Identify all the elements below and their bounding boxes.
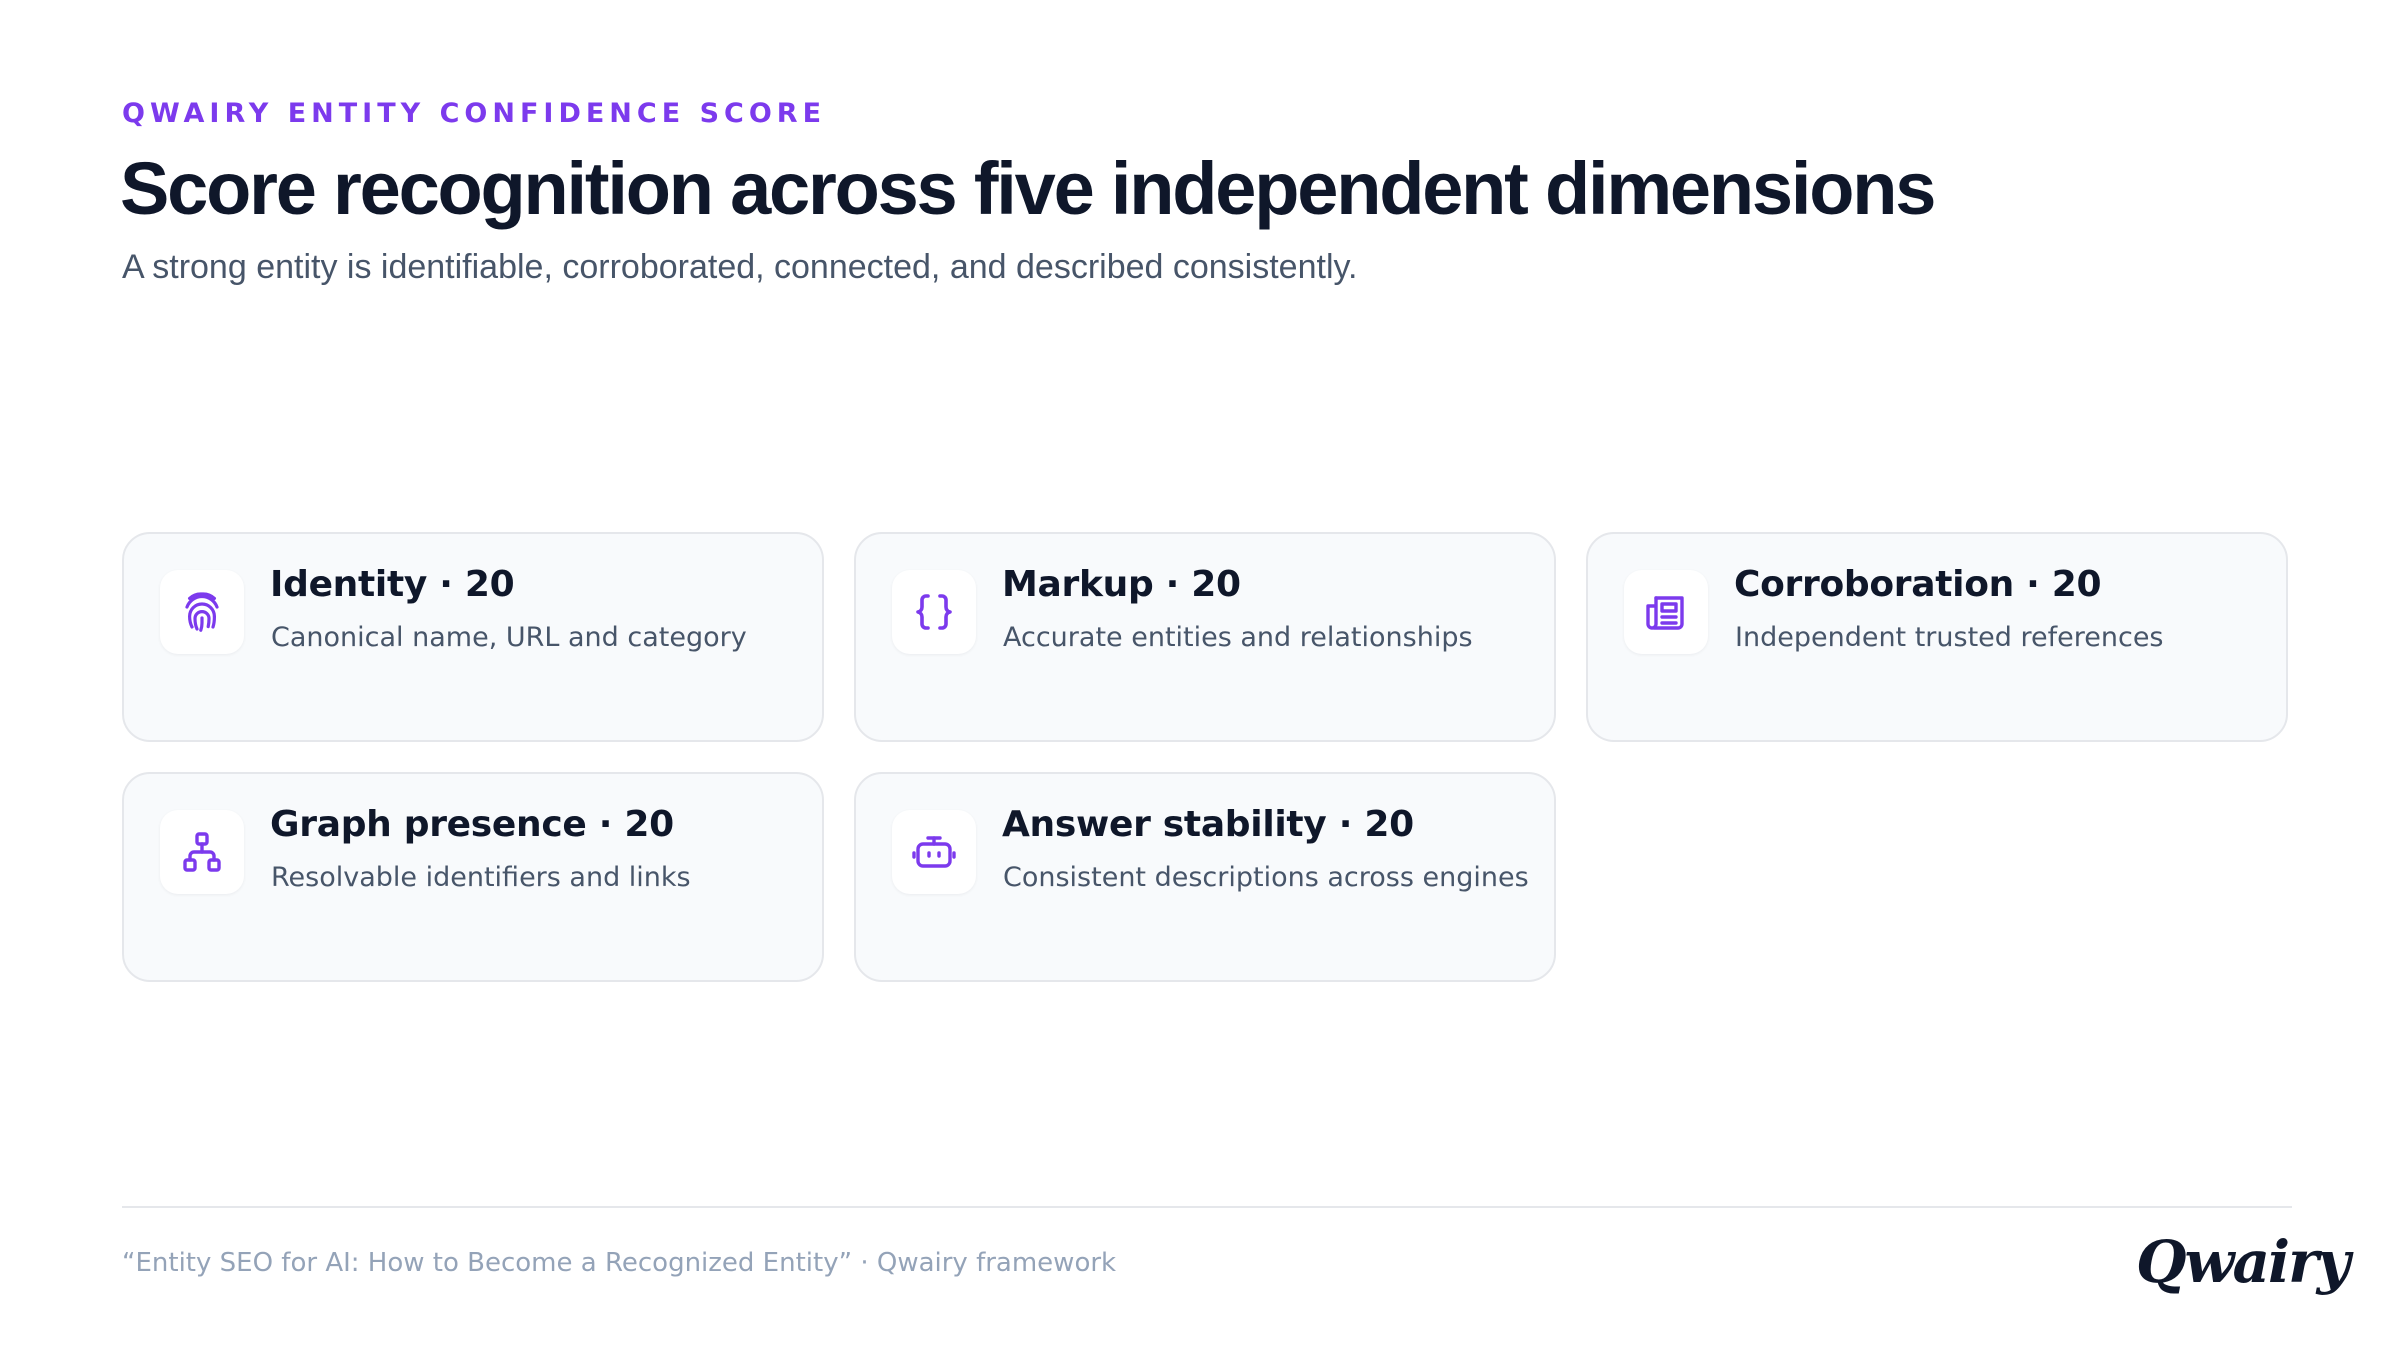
dimension-title: Corroboration · 20: [1734, 564, 2102, 605]
dimension-title: Identity · 20: [270, 564, 515, 605]
fingerprint-icon: [160, 570, 244, 654]
dimension-card-markup: Markup · 20 Accurate entities and relati…: [854, 532, 1556, 742]
eyebrow-label: QWAIRY ENTITY CONFIDENCE SCORE: [122, 98, 827, 129]
page-subtitle: A strong entity is identifiable, corrobo…: [122, 248, 1358, 286]
dimension-cards: Identity · 20 Canonical name, URL and ca…: [122, 532, 2292, 982]
dimension-card-answer-stability: Answer stability · 20 Consistent descrip…: [854, 772, 1556, 982]
dimension-description: Independent trusted references: [1735, 622, 2164, 653]
qwairy-logo: Qwairy: [2136, 1228, 2350, 1296]
page-title: Score recognition across five independen…: [120, 147, 1936, 230]
dimension-title: Graph presence · 20: [270, 804, 674, 845]
dimension-description: Consistent descriptions across engines: [1003, 862, 1529, 893]
dimension-title: Markup · 20: [1002, 564, 1241, 605]
dimension-description: Canonical name, URL and category: [271, 622, 747, 653]
dimension-card-corroboration: Corroboration · 20 Independent trusted r…: [1586, 532, 2288, 742]
footer-divider: [122, 1206, 2292, 1208]
dimension-description: Accurate entities and relationships: [1003, 622, 1473, 653]
newspaper-icon: [1624, 570, 1708, 654]
dimension-card-identity: Identity · 20 Canonical name, URL and ca…: [122, 532, 824, 742]
dimension-card-graph-presence: Graph presence · 20 Resolvable identifie…: [122, 772, 824, 982]
dimension-title: Answer stability · 20: [1002, 804, 1414, 845]
hierarchy-icon: [160, 810, 244, 894]
robot-icon: [892, 810, 976, 894]
dimension-description: Resolvable identifiers and links: [271, 862, 691, 893]
code-braces-icon: [892, 570, 976, 654]
source-citation: “Entity SEO for AI: How to Become a Reco…: [122, 1248, 1117, 1278]
